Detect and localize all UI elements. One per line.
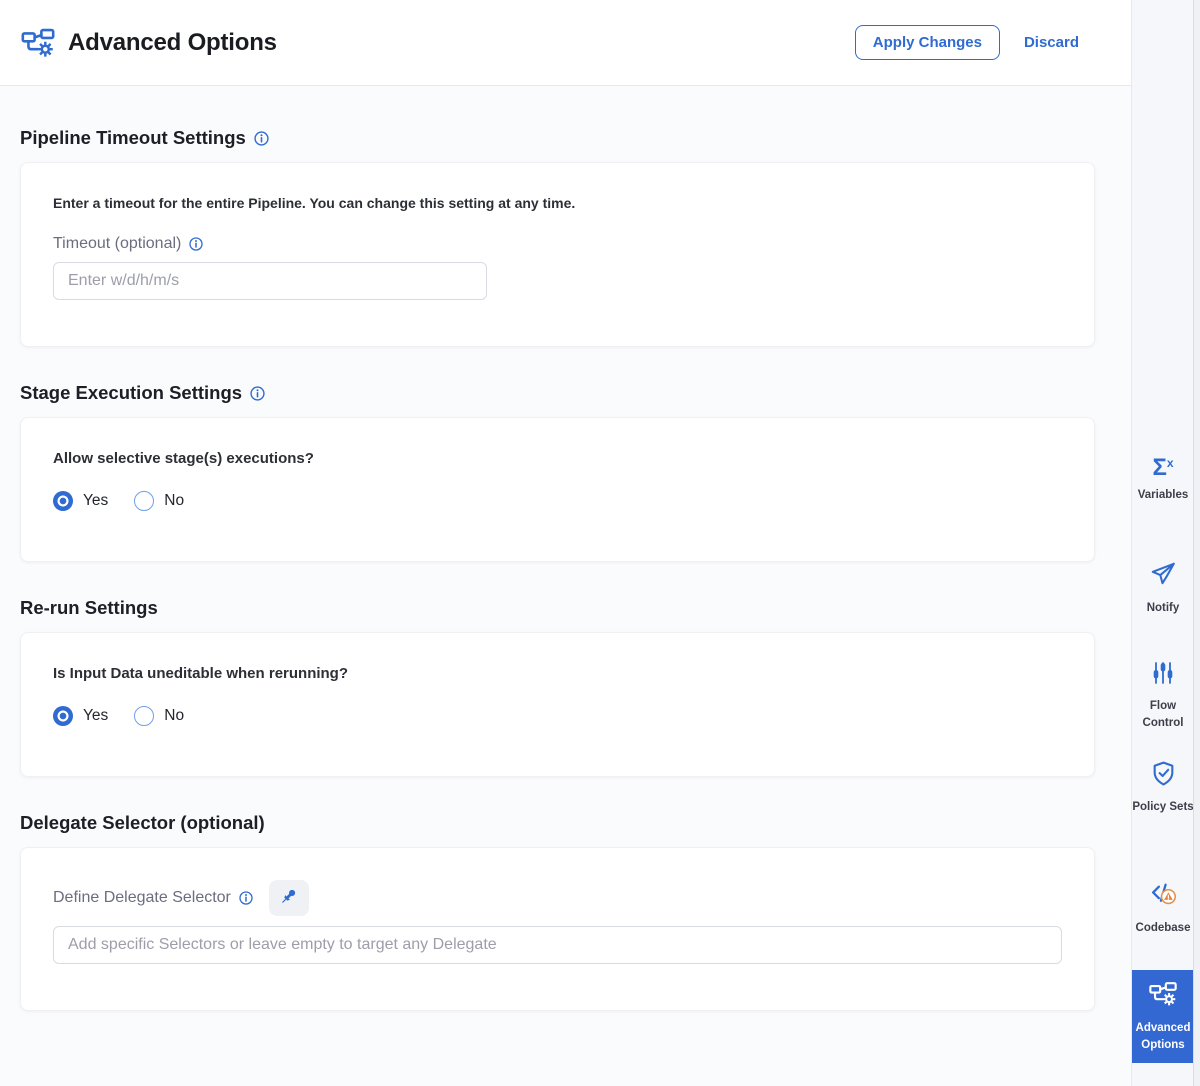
info-icon[interactable]	[189, 237, 203, 251]
radio-label: Yes	[83, 707, 108, 725]
pipeline-timeout-heading-text: Pipeline Timeout Settings	[20, 127, 246, 149]
sidebar-item-label: Flow Control	[1132, 698, 1194, 731]
radio-label: No	[164, 492, 184, 510]
rerun-radio-group: Yes No	[53, 706, 1062, 726]
scrollbar-track[interactable]	[1193, 0, 1200, 1086]
sidebar-items: Σx Variables Notify	[1132, 0, 1194, 1086]
sidebar-item-advanced-options[interactable]: Advanced Options	[1132, 970, 1194, 1063]
sidebar-item-notify[interactable]: Notify	[1132, 560, 1194, 617]
sidebar-item-label: Policy Sets	[1132, 799, 1193, 816]
stage-execution-heading-text: Stage Execution Settings	[20, 382, 242, 404]
sidebar-item-codebase[interactable]: Codebase	[1132, 880, 1194, 937]
timeout-input[interactable]	[53, 262, 487, 300]
main-panel: Advanced Options Apply Changes Discard P…	[0, 0, 1131, 1086]
radio-selected-icon	[53, 706, 73, 726]
sidebar-item-label: Advanced Options	[1132, 1020, 1194, 1053]
stage-execution-question: Allow selective stage(s) executions?	[53, 450, 1062, 467]
rerun-yes-option[interactable]: Yes	[53, 706, 108, 726]
rerun-no-option[interactable]: No	[134, 706, 184, 726]
delegate-selector-input[interactable]	[53, 926, 1062, 964]
sidebar-item-label: Notify	[1147, 600, 1180, 617]
delegate-selector-card: Define Delegate Selector	[20, 847, 1095, 1011]
stage-execution-yes-option[interactable]: Yes	[53, 491, 108, 511]
rerun-card: Is Input Data uneditable when rerunning?…	[20, 632, 1095, 777]
info-icon[interactable]	[254, 131, 269, 146]
pin-icon	[279, 887, 298, 909]
shield-check-icon	[1150, 760, 1177, 792]
radio-label: No	[164, 707, 184, 725]
pipeline-gear-icon	[20, 25, 56, 61]
pipeline-timeout-description: Enter a timeout for the entire Pipeline.…	[53, 195, 1062, 211]
title-wrap: Advanced Options	[20, 25, 277, 61]
radio-label: Yes	[83, 492, 108, 510]
sidebar-item-label: Variables	[1138, 487, 1189, 504]
stage-config-sidebar: Σx Variables Notify	[1131, 0, 1200, 1086]
info-icon[interactable]	[239, 891, 253, 905]
header-actions: Apply Changes Discard	[855, 25, 1079, 60]
sidebar-item-label: Codebase	[1136, 920, 1191, 937]
rerun-heading: Re-run Settings	[20, 597, 1095, 619]
stage-execution-card: Allow selective stage(s) executions? Yes…	[20, 417, 1095, 562]
sidebar-item-variables[interactable]: Σx Variables	[1132, 456, 1194, 504]
pipeline-timeout-heading: Pipeline Timeout Settings	[20, 127, 1095, 149]
radio-unselected-icon	[134, 491, 154, 511]
delegate-label-row: Define Delegate Selector	[53, 880, 1062, 916]
sidebar-item-policy-sets[interactable]: Policy Sets	[1132, 760, 1194, 816]
rerun-question: Is Input Data uneditable when rerunning?	[53, 665, 1062, 682]
stage-execution-no-option[interactable]: No	[134, 491, 184, 511]
radio-selected-icon	[53, 491, 73, 511]
code-warning-icon	[1149, 880, 1177, 913]
pipeline-timeout-card: Enter a timeout for the entire Pipeline.…	[20, 162, 1095, 347]
page-title: Advanced Options	[68, 29, 277, 57]
stage-execution-radio-group: Yes No	[53, 491, 1062, 511]
pin-button[interactable]	[269, 880, 309, 916]
delegate-selector-label: Define Delegate Selector	[53, 889, 231, 907]
delegate-selector-heading: Delegate Selector (optional)	[20, 812, 1095, 834]
info-icon[interactable]	[250, 386, 265, 401]
sidebar-item-flow-control[interactable]: Flow Control	[1132, 660, 1194, 731]
radio-unselected-icon	[134, 706, 154, 726]
pipeline-gear-icon	[1148, 979, 1178, 1014]
delegate-selector-heading-text: Delegate Selector (optional)	[20, 812, 265, 834]
timeout-label-row: Timeout (optional)	[53, 235, 1062, 253]
rerun-heading-text: Re-run Settings	[20, 597, 158, 619]
header: Advanced Options Apply Changes Discard	[0, 0, 1131, 86]
sliders-icon	[1150, 660, 1176, 691]
settings-content: Pipeline Timeout Settings Enter a timeou…	[0, 127, 1131, 1011]
timeout-label: Timeout (optional)	[53, 235, 181, 253]
stage-execution-heading: Stage Execution Settings	[20, 382, 1095, 404]
apply-changes-button[interactable]: Apply Changes	[855, 25, 1000, 60]
sigma-x-icon: Σx	[1152, 456, 1173, 480]
paper-plane-icon	[1149, 560, 1177, 593]
discard-link[interactable]: Discard	[1024, 34, 1079, 51]
